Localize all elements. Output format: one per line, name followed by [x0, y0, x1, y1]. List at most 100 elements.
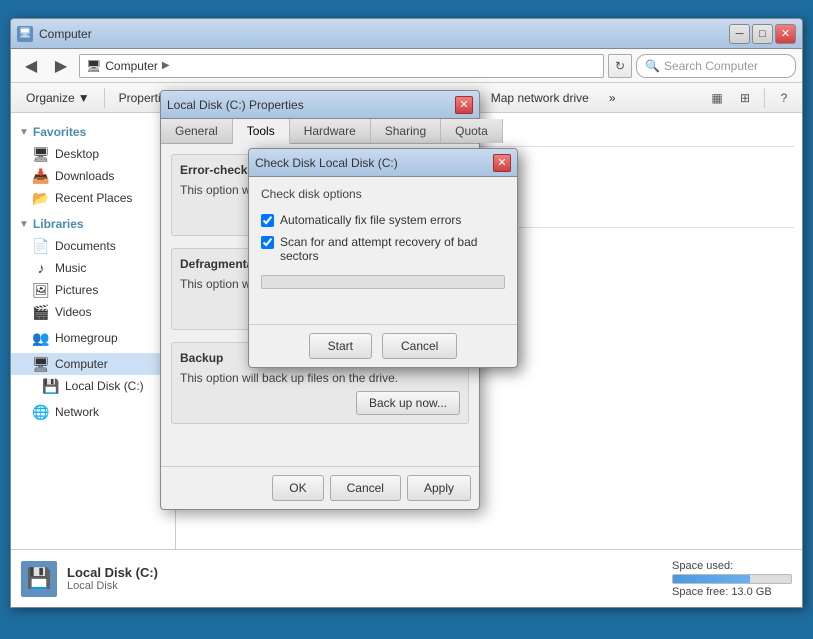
- properties-footer: OK Cancel Apply: [161, 466, 479, 509]
- properties-cancel-button[interactable]: Cancel: [330, 475, 401, 501]
- favorites-arrow: ▼: [19, 127, 29, 138]
- sidebar-item-computer[interactable]: 🖥 Computer: [11, 353, 175, 375]
- videos-label: Videos: [55, 305, 91, 319]
- checkdisk-section-title: Check disk options: [261, 187, 505, 201]
- address-path[interactable]: 🖥 Computer ▶: [79, 54, 604, 78]
- sidebar-item-recent[interactable]: 📂 Recent Places: [11, 187, 175, 209]
- checkdisk-close-button[interactable]: ✕: [493, 154, 511, 172]
- localdisk-sidebar-label: Local Disk (C:): [65, 379, 144, 393]
- toolbar-right: ▦ ⊞ ?: [705, 86, 796, 110]
- computer-icon: 🖥: [33, 356, 49, 372]
- tab-general[interactable]: General: [161, 119, 233, 143]
- libraries-header[interactable]: ▼ Libraries: [11, 213, 175, 235]
- scan-recovery-checkbox[interactable]: [261, 236, 274, 249]
- window-controls: ─ □ ✕: [729, 24, 796, 44]
- bottom-drive-name: Local Disk (C:): [67, 565, 662, 580]
- window-icon: 🖥: [17, 26, 33, 42]
- network-label: Network: [55, 405, 99, 419]
- network-icon: 🌐: [33, 404, 49, 420]
- downloads-icon: 📥: [33, 168, 49, 184]
- homegroup-section: 👥 Homegroup: [11, 327, 175, 349]
- title-bar: 🖥 Computer ─ □ ✕: [11, 19, 802, 49]
- change-view-button[interactable]: ⊞: [733, 86, 757, 110]
- checkdisk-start-button[interactable]: Start: [309, 333, 372, 359]
- back-button[interactable]: ◀: [17, 53, 45, 79]
- favorites-label: Favorites: [33, 125, 86, 139]
- minimize-button[interactable]: ─: [729, 24, 750, 44]
- bottom-panel: 💾 Local Disk (C:) Local Disk Space used:…: [11, 549, 802, 607]
- bottom-drive-sub: Local Disk: [67, 580, 662, 592]
- computer-label: Computer: [55, 357, 108, 371]
- sidebar-item-videos[interactable]: 🎬 Videos: [11, 301, 175, 323]
- libraries-arrow: ▼: [19, 219, 29, 230]
- space-bar-container: Space used: Space free: 13.0 GB: [672, 560, 792, 598]
- space-bar-bg: [672, 574, 792, 584]
- tab-sharing[interactable]: Sharing: [371, 119, 441, 143]
- auto-fix-checkbox[interactable]: [261, 214, 274, 227]
- bottom-drive-icon: 💾: [21, 561, 57, 597]
- more-button[interactable]: »: [600, 86, 625, 110]
- backup-now-button[interactable]: Back up now...: [356, 391, 460, 415]
- path-text: Computer: [105, 59, 158, 73]
- map-network-label: Map network drive: [491, 91, 589, 105]
- scan-recovery-label: Scan for and attempt recovery of bad sec…: [280, 235, 505, 263]
- map-network-button[interactable]: Map network drive: [482, 86, 598, 110]
- sidebar-item-documents[interactable]: 📄 Documents: [11, 235, 175, 257]
- properties-title-text: Local Disk (C:) Properties: [167, 98, 455, 112]
- checkdisk-progress-bar: [261, 275, 505, 289]
- auto-fix-label: Automatically fix file system errors: [280, 213, 461, 227]
- pictures-icon: 🖼: [33, 282, 49, 298]
- properties-apply-button[interactable]: Apply: [407, 475, 471, 501]
- properties-close-button[interactable]: ✕: [455, 96, 473, 114]
- sidebar-item-homegroup[interactable]: 👥 Homegroup: [11, 327, 175, 349]
- tab-hardware[interactable]: Hardware: [290, 119, 371, 143]
- search-placeholder: Search Computer: [664, 59, 758, 73]
- checkdisk-cancel-button[interactable]: Cancel: [382, 333, 457, 359]
- tab-tools[interactable]: Tools: [233, 119, 290, 144]
- checkdisk-footer: Start Cancel: [249, 324, 517, 367]
- maximize-button[interactable]: □: [752, 24, 773, 44]
- sidebar-item-pictures[interactable]: 🖼 Pictures: [11, 279, 175, 301]
- help-button[interactable]: ?: [772, 86, 796, 110]
- organize-button[interactable]: Organize ▼: [17, 86, 99, 110]
- forward-button[interactable]: ▶: [47, 53, 75, 79]
- homegroup-label: Homegroup: [55, 331, 118, 345]
- videos-icon: 🎬: [33, 304, 49, 320]
- music-icon: ♪: [33, 260, 49, 276]
- sidebar: ▼ Favorites 🖥 Desktop 📥 Downloads 📂 Rece…: [11, 113, 176, 549]
- organize-label: Organize: [26, 91, 75, 105]
- favorites-section: ▼ Favorites 🖥 Desktop 📥 Downloads 📂 Rece…: [11, 121, 175, 209]
- search-icon: 🔍: [645, 59, 660, 73]
- sidebar-item-network[interactable]: 🌐 Network: [11, 401, 175, 423]
- close-button[interactable]: ✕: [775, 24, 796, 44]
- homegroup-icon: 👥: [33, 330, 49, 346]
- localdisk-sidebar-icon: 💾: [43, 378, 59, 394]
- checkbox-row-1: Automatically fix file system errors: [261, 213, 505, 227]
- documents-label: Documents: [55, 239, 116, 253]
- libraries-section: ▼ Libraries 📄 Documents ♪ Music 🖼 Pictur…: [11, 213, 175, 323]
- sidebar-item-music[interactable]: ♪ Music: [11, 257, 175, 279]
- properties-ok-button[interactable]: OK: [272, 475, 323, 501]
- backup-desc: This option will back up files on the dr…: [180, 371, 398, 385]
- window-title: Computer: [39, 27, 729, 41]
- libraries-label: Libraries: [33, 217, 84, 231]
- music-label: Music: [55, 261, 86, 275]
- recent-icon: 📂: [33, 190, 49, 206]
- search-box[interactable]: 🔍 Search Computer: [636, 54, 796, 78]
- sidebar-item-downloads[interactable]: 📥 Downloads: [11, 165, 175, 187]
- refresh-button[interactable]: ↻: [608, 54, 632, 78]
- documents-icon: 📄: [33, 238, 49, 254]
- sidebar-item-localdisk[interactable]: 💾 Local Disk (C:): [11, 375, 175, 397]
- backup-desc-row: This option will back up files on the dr…: [180, 371, 460, 385]
- sidebar-item-desktop[interactable]: 🖥 Desktop: [11, 143, 175, 165]
- organize-arrow: ▼: [78, 91, 90, 105]
- computer-section: 🖥 Computer 💾 Local Disk (C:): [11, 353, 175, 397]
- path-icon: 🖥: [86, 59, 101, 73]
- properties-title-bar: Local Disk (C:) Properties ✕: [161, 91, 479, 119]
- view-options-button[interactable]: ▦: [705, 86, 729, 110]
- tab-quota[interactable]: Quota: [441, 119, 503, 143]
- checkdisk-title-text: Check Disk Local Disk (C:): [255, 156, 493, 170]
- checkbox-row-2: Scan for and attempt recovery of bad sec…: [261, 235, 505, 263]
- favorites-header[interactable]: ▼ Favorites: [11, 121, 175, 143]
- checkdisk-title-bar: Check Disk Local Disk (C:) ✕: [249, 149, 517, 177]
